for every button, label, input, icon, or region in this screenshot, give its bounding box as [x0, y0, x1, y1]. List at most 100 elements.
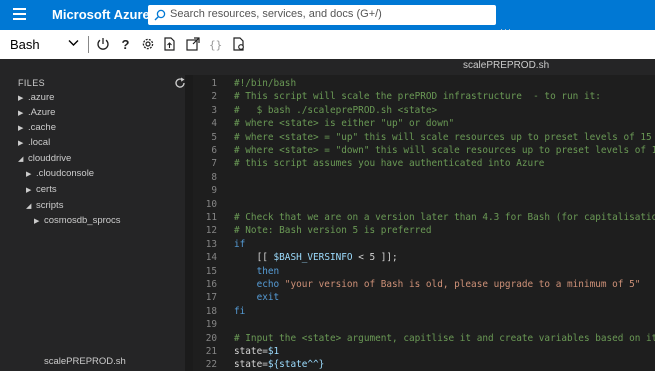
tree-folder-cosmosdb-sprocs[interactable]: ▶ cosmosdb_sprocs	[34, 215, 121, 226]
code-token: $BASH_VERSINFO	[273, 252, 353, 264]
chevron-down-icon	[68, 40, 79, 46]
tree-folder-azure-lower[interactable]: ▶ .azure	[18, 92, 54, 103]
tree-folder-certs[interactable]: ▶ certs	[26, 184, 57, 195]
code-token: fi	[234, 305, 246, 317]
line-number: 20	[205, 332, 217, 344]
line-number: 1	[211, 78, 217, 89]
line-number: 15	[205, 265, 217, 277]
code-token: #!/bin/bash	[234, 78, 297, 89]
code-token: if	[234, 238, 246, 250]
tree-file-scalepreprod[interactable]: scalePREPROD.sh	[44, 356, 126, 367]
line-number: 13	[205, 238, 217, 250]
line-code: state=$1	[234, 346, 279, 357]
line-number: 5	[211, 131, 217, 143]
azure-top-bar: Microsoft Azure Search resources, servic…	[0, 0, 655, 34]
code-token: < 5 ]];	[352, 252, 398, 264]
tree-folder-scripts[interactable]: ◢ scripts	[26, 200, 63, 211]
code-token: [[	[234, 252, 274, 264]
tree-folder-cloudconsole[interactable]: ▶ .cloudconsole	[26, 168, 94, 179]
code-token: # where <state> = "up" this will scale r…	[234, 131, 655, 143]
editor-file-tab[interactable]: scalePREPROD.sh	[463, 60, 549, 71]
line-number: 3	[211, 104, 217, 116]
line-number: 2	[211, 91, 217, 103]
line-code: fi	[234, 306, 245, 317]
chevron-expanded-icon: ◢	[26, 203, 32, 210]
line-code: # This script will scale the prePROD inf…	[234, 91, 601, 102]
help-icon[interactable]: ?	[118, 36, 134, 52]
code-token: # Input the <state> argument, capitlise …	[234, 332, 655, 344]
line-number: 14	[205, 252, 217, 264]
upload-download-files-icon[interactable]	[162, 36, 178, 52]
code-token: # Check that we are on a version later t…	[234, 212, 655, 223]
chevron-right-icon: ▶	[34, 218, 40, 225]
tree-folder-azure-upper[interactable]: ▶ .Azure	[18, 107, 55, 118]
tree-item-label: cosmosdb_sprocs	[44, 215, 121, 226]
line-number: 16	[205, 279, 217, 290]
line-code: state=${state^^}	[234, 359, 324, 370]
chevron-right-icon: ▶	[26, 171, 32, 178]
line-number: 19	[205, 319, 217, 331]
line-number: 9	[211, 185, 217, 197]
chevron-right-icon: ▶	[18, 125, 24, 132]
chevron-expanded-icon: ◢	[18, 156, 24, 163]
line-code: # $ bash ./scaleprePROD.sh <state>	[234, 105, 437, 116]
hamburger-menu-icon[interactable]	[13, 8, 26, 22]
code-token: # This script will scale the prePROD inf…	[234, 91, 601, 103]
code-editor[interactable]: 1 #!/bin/bash 2 # This script will scale th…	[193, 75, 655, 371]
tree-item-label: .local	[28, 137, 51, 148]
code-token: state=	[234, 359, 268, 371]
chevron-right-icon: ▶	[26, 187, 32, 194]
code-token: # Note: Bash version 5 is preferred	[234, 225, 432, 237]
editor-braces-icon[interactable]: {}	[208, 36, 224, 52]
code-token: then	[234, 265, 280, 277]
shell-type-select[interactable]: Bash	[8, 35, 83, 53]
line-code: # where <state> = "up" this will scale r…	[234, 132, 655, 143]
code-token: # where <state> is either "up" or down"	[234, 118, 455, 130]
chevron-right-icon: ▶	[18, 110, 24, 117]
code-token: "your version of Bash is old, please upg…	[279, 279, 641, 290]
tree-item-label: .cache	[28, 122, 56, 133]
tree-folder-clouddrive[interactable]: ◢ clouddrive	[18, 153, 71, 164]
line-number: 21	[205, 346, 217, 357]
search-placeholder: Search resources, services, and docs (G+…	[170, 8, 382, 20]
web-preview-icon[interactable]	[231, 36, 247, 52]
files-header: FILES	[18, 78, 46, 88]
shell-type-value: Bash	[10, 37, 40, 52]
code-token: # this script assumes you have authentic…	[234, 158, 545, 170]
tree-item-label: scripts	[36, 200, 64, 211]
line-number: 11	[205, 212, 217, 223]
line-number: 7	[211, 158, 217, 170]
toolbar-divider	[88, 36, 89, 53]
line-code: echo "your version of Bash is old, pleas…	[234, 279, 641, 290]
line-number: 22	[205, 359, 217, 371]
line-code: [[ $BASH_VERSINFO < 5 ]];	[234, 252, 398, 263]
search-icon	[154, 9, 166, 21]
line-number: 18	[205, 305, 217, 317]
code-token: state=	[234, 346, 268, 357]
chevron-right-icon: ▶	[18, 95, 24, 102]
settings-gear-icon[interactable]	[140, 36, 156, 52]
search-box[interactable]: Search resources, services, and docs (G+…	[148, 5, 496, 25]
line-code: #!/bin/bash	[234, 78, 296, 89]
line-number: 12	[205, 225, 217, 237]
line-number: 10	[205, 198, 217, 210]
svg-text:?: ?	[122, 37, 130, 52]
tree-folder-cache[interactable]: ▶ .cache	[18, 122, 56, 133]
line-code: # Check that we are on a version later t…	[234, 212, 655, 223]
sidebar-scrollbar[interactable]	[185, 75, 193, 371]
code-token: exit	[234, 292, 280, 304]
line-code: # this script assumes you have authentic…	[234, 158, 544, 169]
code-token: ${state^^}	[267, 359, 325, 371]
brand-title[interactable]: Microsoft Azure	[52, 7, 150, 22]
tree-item-label: certs	[36, 184, 57, 195]
open-new-session-icon[interactable]	[185, 36, 201, 52]
tree-folder-local[interactable]: ▶ .local	[18, 137, 50, 148]
line-number: 8	[211, 171, 217, 183]
code-token: echo	[234, 279, 280, 290]
files-sidebar: FILES ▶ .azure ▶ .Azure ▶ .cache ▶ .local ◢ c…	[0, 59, 193, 371]
restart-power-icon[interactable]	[95, 36, 111, 52]
tree-item-label: .cloudconsole	[36, 168, 95, 179]
code-token: # where <state> = "down" this will scale…	[234, 145, 655, 156]
line-code: then	[234, 265, 280, 277]
cloud-shell-toolbar: Bash ? {}	[0, 30, 655, 60]
